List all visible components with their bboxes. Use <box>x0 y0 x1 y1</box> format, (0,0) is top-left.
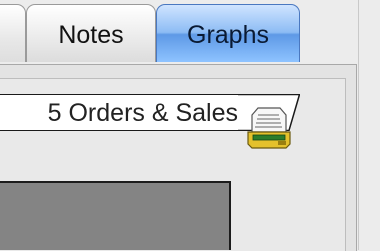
tab-strip: Notes Graphs <box>0 0 380 66</box>
tab-previous[interactable] <box>0 4 26 62</box>
tab-strip-gap <box>300 0 320 66</box>
graph-area <box>0 181 231 250</box>
tab-notes[interactable]: Notes <box>26 4 156 62</box>
window-divider <box>358 0 359 250</box>
tab-notes-label: Notes <box>58 21 124 49</box>
panel-title-band: 5 Orders & Sales <box>0 94 244 131</box>
tab-graphs[interactable]: Graphs <box>156 4 300 62</box>
panel-title: 5 Orders & Sales <box>47 99 238 127</box>
printer-icon[interactable] <box>246 106 292 150</box>
tab-graphs-label: Graphs <box>187 21 269 49</box>
